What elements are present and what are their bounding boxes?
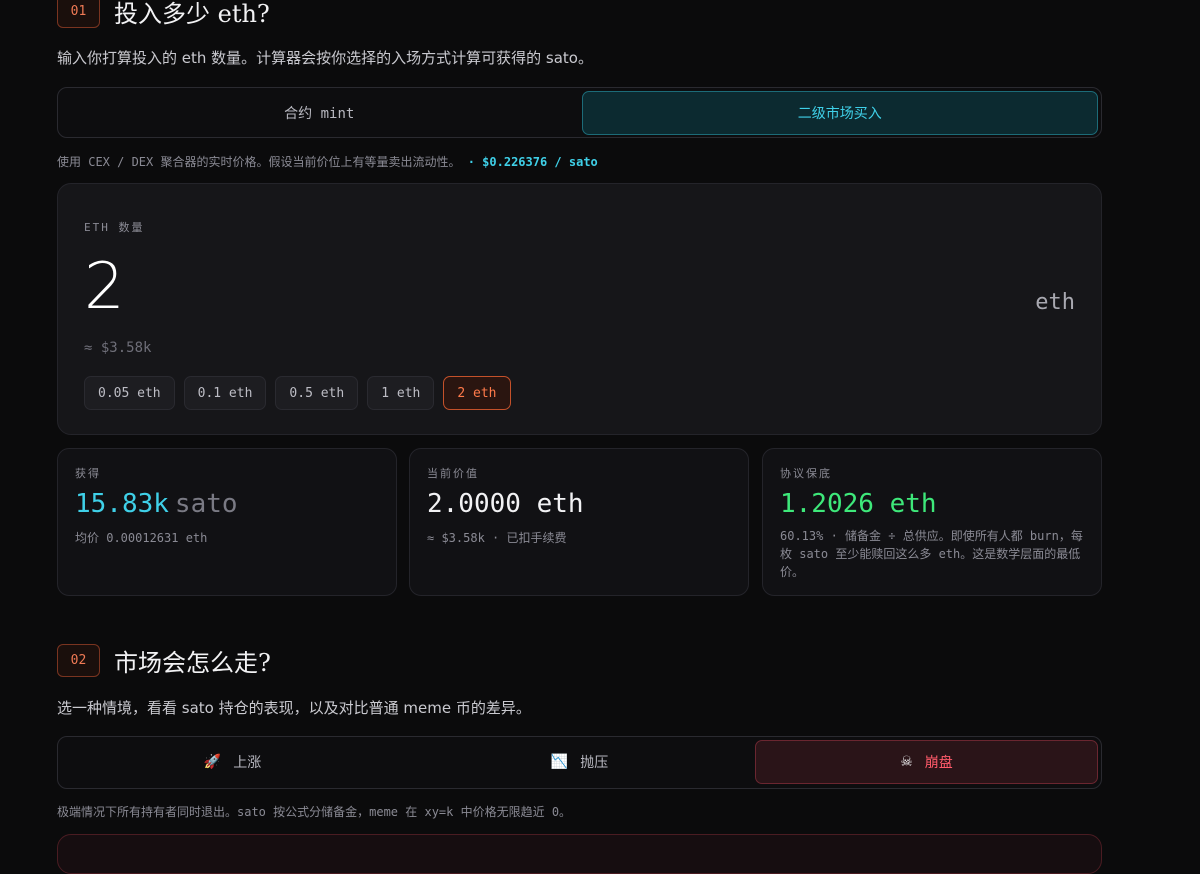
eth-amount-label: ETH 数量 (84, 221, 145, 234)
scenario-rise-button[interactable]: 🚀 上涨 (61, 740, 404, 784)
stat-label: 获得 (75, 467, 101, 480)
stat-sub: 60.13% · 储备金 ÷ 总供应。即使所有人都 burn，每枚 sato 至… (780, 529, 1083, 579)
preset-chip-selected[interactable]: 2 eth (443, 376, 511, 410)
stats-row: 获得 15.83k sato 均价 0.00012631 eth 当前价值 2.0… (57, 448, 1102, 596)
section-title: 市场会怎么走? (114, 649, 271, 677)
section-header-2: 02 市场会怎么走? (57, 643, 1102, 678)
preset-chip[interactable]: 1 eth (367, 376, 435, 410)
scenario-label: 抛压 (580, 755, 609, 771)
section-header-1: 01 投入多少 eth? (57, 0, 1102, 29)
eth-input-card: ETH 数量 2 eth ≈ $3.58k 0.05 eth 0.1 eth 0… (57, 183, 1102, 435)
scenario-toggle: 🚀 上涨 📉 抛压 ☠ 崩盘 (57, 736, 1102, 789)
preset-chip[interactable]: 0.05 eth (84, 376, 175, 410)
section-title: 投入多少 eth? (114, 0, 270, 28)
receive-unit: sato (174, 489, 238, 519)
scenario-label: 崩盘 (924, 755, 953, 771)
preset-chips: 0.05 eth 0.1 eth 0.5 eth 1 eth 2 eth (84, 376, 511, 410)
section-number: 02 (57, 644, 100, 677)
usd-approx: ≈ $3.58k (84, 340, 152, 356)
stat-protocol-floor: 协议保底 1.2026 eth 60.13% · 储备金 ÷ 总供应。即使所有人… (762, 448, 1102, 596)
stat-value: 2.0000 eth (427, 489, 584, 519)
price-note-text: 使用 CEX / DEX 聚合器的实时价格。假设当前价位上有等量卖出流动性。 (57, 155, 461, 169)
preset-chip[interactable]: 0.5 eth (275, 376, 359, 410)
price-value: · $0.226376 / sato (467, 155, 598, 169)
scenario-sell-pressure-button[interactable]: 📉 抛压 (408, 740, 751, 784)
eth-unit: eth (1035, 290, 1075, 315)
preset-chip[interactable]: 0.1 eth (183, 376, 267, 410)
rocket-icon: 🚀 (203, 754, 222, 770)
stat-current-value: 当前价值 2.0000 eth ≈ $3.58k · 已扣手续费 (409, 448, 749, 596)
scenario-note: 极端情况下所有持有者同时退出。sato 按公式分储备金，meme 在 xy=k … (57, 805, 572, 819)
stat-value: 1.2026 eth (780, 489, 937, 519)
receive-amount: 15.83k (75, 489, 169, 519)
scenario-crash-button[interactable]: ☠ 崩盘 (755, 740, 1098, 784)
eth-amount-input[interactable]: 2 (84, 250, 125, 324)
chart-down-icon: 📉 (550, 754, 569, 770)
mode-mint-button[interactable]: 合约 mint (61, 91, 578, 135)
section-description: 输入你打算投入的 eth 数量。计算器会按你选择的入场方式计算可获得的 sato… (57, 49, 593, 67)
section-description: 选一种情境，看看 sato 持仓的表现，以及对比普通 meme 币的差异。 (57, 699, 531, 717)
stat-sub: ≈ $3.58k · 已扣手续费 (427, 531, 567, 545)
mode-secondary-buy-button[interactable]: 二级市场买入 (581, 91, 1098, 135)
stat-value: 15.83k sato (75, 489, 379, 519)
scenario-label: 上涨 (233, 755, 262, 771)
stat-label: 协议保底 (780, 467, 832, 480)
entry-mode-toggle: 合约 mint 二级市场买入 (57, 87, 1102, 138)
stat-receive: 获得 15.83k sato 均价 0.00012631 eth (57, 448, 397, 596)
price-note: 使用 CEX / DEX 聚合器的实时价格。假设当前价位上有等量卖出流动性。 ·… (57, 153, 1102, 170)
section-number: 01 (57, 0, 100, 28)
skull-icon: ☠ (900, 754, 913, 770)
stat-sub: 均价 0.00012631 eth (75, 531, 208, 545)
stat-label: 当前价值 (427, 467, 479, 480)
scenario-result-card (57, 834, 1102, 874)
